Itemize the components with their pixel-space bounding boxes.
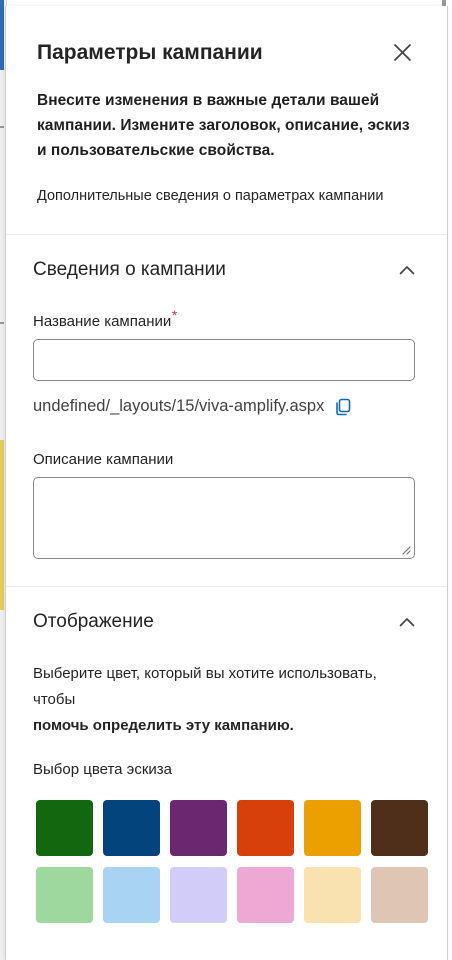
details-section-header[interactable]: Сведения о кампании bbox=[6, 235, 447, 305]
color-swatch[interactable] bbox=[170, 800, 227, 856]
color-swatch[interactable] bbox=[36, 867, 93, 923]
background-mark bbox=[0, 322, 4, 324]
background-mark bbox=[0, 126, 4, 128]
campaign-description-label: Описание кампании bbox=[33, 451, 174, 468]
chevron-up-icon bbox=[399, 618, 415, 627]
color-swatch-grid bbox=[6, 800, 447, 923]
campaign-name-label: Название кампании * bbox=[33, 307, 177, 330]
background-accent bbox=[0, 0, 4, 70]
panel-description: Внесите изменения в важные детали вашей … bbox=[37, 92, 410, 159]
close-button[interactable] bbox=[387, 37, 417, 67]
required-indicator: * bbox=[171, 307, 178, 323]
details-section-title: Сведения о кампании bbox=[33, 259, 226, 280]
campaign-settings-panel: Параметры кампании Внесите изменения в в… bbox=[5, 6, 448, 960]
campaign-description-input[interactable] bbox=[33, 477, 415, 559]
close-icon bbox=[393, 43, 411, 61]
color-swatch[interactable] bbox=[237, 867, 294, 923]
campaign-url: undefined/_layouts/15/viva-amplify.aspx bbox=[33, 397, 325, 415]
learn-more-text[interactable]: Дополнительные сведения о параметрах кам… bbox=[37, 185, 415, 234]
color-swatch[interactable] bbox=[371, 800, 428, 856]
color-swatch[interactable] bbox=[237, 800, 294, 856]
copy-icon[interactable] bbox=[334, 398, 352, 416]
display-description-line2: помочь определить эту кампанию. bbox=[33, 717, 294, 734]
display-section-title: Отображение bbox=[33, 611, 154, 632]
color-swatch[interactable] bbox=[36, 800, 93, 856]
color-swatch[interactable] bbox=[103, 867, 160, 923]
background-highlight bbox=[0, 440, 4, 610]
display-description: Выберите цвет, который вы хотите использ… bbox=[6, 661, 447, 739]
color-swatch[interactable] bbox=[371, 867, 428, 923]
color-swatch[interactable] bbox=[103, 800, 160, 856]
collapse-details-button[interactable] bbox=[397, 260, 417, 280]
panel-header: Параметры кампании Внесите изменения в в… bbox=[6, 6, 447, 234]
campaign-url-row: undefined/_layouts/15/viva-amplify.aspx bbox=[33, 397, 417, 416]
collapse-display-button[interactable] bbox=[397, 612, 417, 632]
resize-grip-icon[interactable] bbox=[401, 545, 411, 555]
color-swatch[interactable] bbox=[304, 800, 361, 856]
chevron-up-icon bbox=[399, 266, 415, 275]
display-section-header[interactable]: Отображение bbox=[6, 587, 447, 657]
color-swatch[interactable] bbox=[304, 867, 361, 923]
color-swatch[interactable] bbox=[170, 867, 227, 923]
campaign-name-field: Название кампании * undefined/_layouts/1… bbox=[6, 305, 447, 559]
panel-title: Параметры кампании bbox=[37, 41, 263, 64]
campaign-name-input[interactable] bbox=[33, 339, 415, 381]
display-description-line1: Выберите цвет, который вы хотите использ… bbox=[33, 665, 377, 708]
campaign-name-label-text: Название кампании bbox=[33, 313, 172, 330]
thumbnail-color-label: Выбор цвета эскиза bbox=[33, 761, 172, 778]
